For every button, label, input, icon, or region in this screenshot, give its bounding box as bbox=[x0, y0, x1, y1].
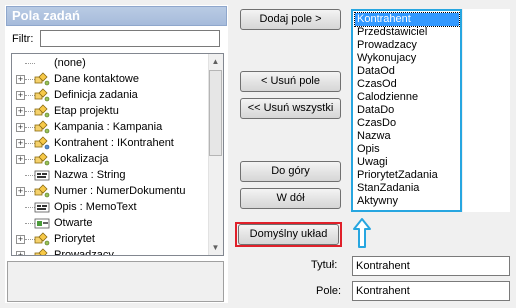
panel-title: Pola zadań bbox=[6, 6, 227, 26]
field-list-item[interactable]: CzasDo bbox=[355, 117, 459, 130]
object-field-icon bbox=[34, 232, 50, 246]
tree-item-label: Kampania : Kampania bbox=[54, 121, 163, 133]
field-list-item[interactable]: Nazwa bbox=[355, 130, 459, 143]
default-layout-button[interactable]: Domyślny układ bbox=[238, 224, 339, 245]
tree-item[interactable]: + Dane kontaktowe bbox=[12, 71, 208, 87]
tree-item-label: (none) bbox=[54, 57, 86, 69]
tree-item-label: Definicja zadania bbox=[54, 89, 138, 101]
expand-icon[interactable]: + bbox=[16, 251, 25, 255]
arrow-up-icon bbox=[353, 218, 371, 248]
field-list-item[interactable]: Uwagi bbox=[355, 156, 459, 169]
tree-item-label: Numer : NumerDokumentu bbox=[54, 185, 186, 197]
expand-icon[interactable]: + bbox=[16, 155, 25, 164]
field-list-item[interactable]: StanZadania bbox=[355, 182, 459, 195]
expand-icon[interactable]: + bbox=[16, 139, 25, 148]
object-field-icon bbox=[34, 184, 50, 198]
field-list-item[interactable]: DataDo bbox=[355, 104, 459, 117]
expand-icon[interactable]: + bbox=[16, 123, 25, 132]
tree-item[interactable]: + Prowadzacy bbox=[12, 247, 208, 256]
expand-icon[interactable]: + bbox=[16, 187, 25, 196]
field-label: Pole: bbox=[316, 285, 342, 297]
interface-field-icon bbox=[34, 136, 50, 150]
tree-item-label: Prowadzacy bbox=[54, 249, 114, 256]
tree-item-label: Etap projektu bbox=[54, 105, 119, 117]
tree-item[interactable]: + Lokalizacja bbox=[12, 151, 208, 167]
title-input[interactable] bbox=[352, 256, 510, 276]
object-field-icon bbox=[34, 152, 50, 166]
tree-item-label: Nazwa : String bbox=[54, 169, 126, 181]
tree-connector bbox=[25, 63, 35, 64]
field-tree[interactable]: (none) + Dane kontaktowe + Definicja zadania… bbox=[11, 53, 224, 256]
tree-item[interactable]: Otwarte bbox=[12, 215, 208, 231]
field-list-item[interactable]: Wykonujacy bbox=[355, 52, 459, 65]
tree-connector bbox=[25, 255, 35, 256]
tree-item-label: Kontrahent : IKontrahent bbox=[54, 137, 174, 149]
filter-label: Filtr: bbox=[12, 33, 34, 45]
remove-field-button[interactable]: < Usuń pole bbox=[240, 71, 341, 92]
field-list-item[interactable]: CzasOd bbox=[355, 78, 459, 91]
scrollbar-thumb[interactable] bbox=[209, 70, 222, 156]
field-list-item[interactable]: Calodzienne bbox=[355, 91, 459, 104]
expand-icon[interactable]: + bbox=[16, 91, 25, 100]
field-list-item[interactable]: PriorytetZadania bbox=[355, 169, 459, 182]
tree-item[interactable]: (none) bbox=[12, 55, 208, 71]
field-list-item[interactable]: Kontrahent bbox=[354, 12, 460, 27]
object-field-icon bbox=[34, 120, 50, 134]
field-list-item[interactable]: Opis bbox=[355, 143, 459, 156]
tree-item[interactable]: Opis : MemoText bbox=[12, 199, 208, 215]
selected-fields-list[interactable]: Kontrahent Przedstawiciel Prowadzacy Wykonu… bbox=[351, 9, 462, 212]
scroll-down-icon[interactable]: ▼ bbox=[208, 240, 223, 255]
field-list-item[interactable]: Aktywny bbox=[355, 195, 459, 208]
object-field-icon bbox=[34, 88, 50, 102]
tree-item[interactable]: + Priorytet bbox=[12, 231, 208, 247]
object-field-icon bbox=[34, 104, 50, 118]
tree-item[interactable]: Nazwa : String bbox=[12, 167, 208, 183]
string-field-icon bbox=[34, 200, 50, 214]
expand-icon[interactable]: + bbox=[16, 235, 25, 244]
remove-all-button[interactable]: << Usuń wszystki bbox=[240, 98, 341, 119]
object-field-icon bbox=[34, 72, 50, 86]
bool-field-icon bbox=[34, 216, 50, 230]
tree-item-label: Opis : MemoText bbox=[54, 201, 137, 213]
tree-item-label: Priorytet bbox=[54, 233, 95, 245]
tree-item-label: Lokalizacja bbox=[54, 153, 109, 165]
tree-item[interactable]: + Kampania : Kampania bbox=[12, 119, 208, 135]
tree-item[interactable]: + Kontrahent : IKontrahent bbox=[12, 135, 208, 151]
fields-list-background bbox=[463, 9, 510, 212]
tree-item[interactable]: + Definicja zadania bbox=[12, 87, 208, 103]
filter-input[interactable] bbox=[40, 30, 220, 47]
expand-icon[interactable]: + bbox=[16, 75, 25, 84]
field-input[interactable] bbox=[352, 281, 510, 301]
expand-icon[interactable]: + bbox=[16, 107, 25, 116]
move-up-button[interactable]: Do góry bbox=[240, 161, 341, 182]
string-field-icon bbox=[34, 168, 50, 182]
field-list-item[interactable]: Prowadzacy bbox=[355, 39, 459, 52]
tree-item[interactable]: + Numer : NumerDokumentu bbox=[12, 183, 208, 199]
scroll-up-icon[interactable]: ▲ bbox=[208, 54, 223, 69]
move-down-button[interactable]: W dół bbox=[240, 188, 341, 209]
field-list-item[interactable]: Przedstawiciel bbox=[355, 26, 459, 39]
field-list-item[interactable]: DataOd bbox=[355, 65, 459, 78]
tree-item[interactable]: + Etap projektu bbox=[12, 103, 208, 119]
field-description-box bbox=[7, 261, 224, 302]
tree-item-label: Otwarte bbox=[54, 217, 93, 229]
add-field-button[interactable]: Dodaj pole > bbox=[240, 9, 341, 30]
tree-item-label: Dane kontaktowe bbox=[54, 73, 139, 85]
title-label: Tytuł: bbox=[311, 259, 338, 271]
object-field-icon bbox=[34, 248, 50, 255]
